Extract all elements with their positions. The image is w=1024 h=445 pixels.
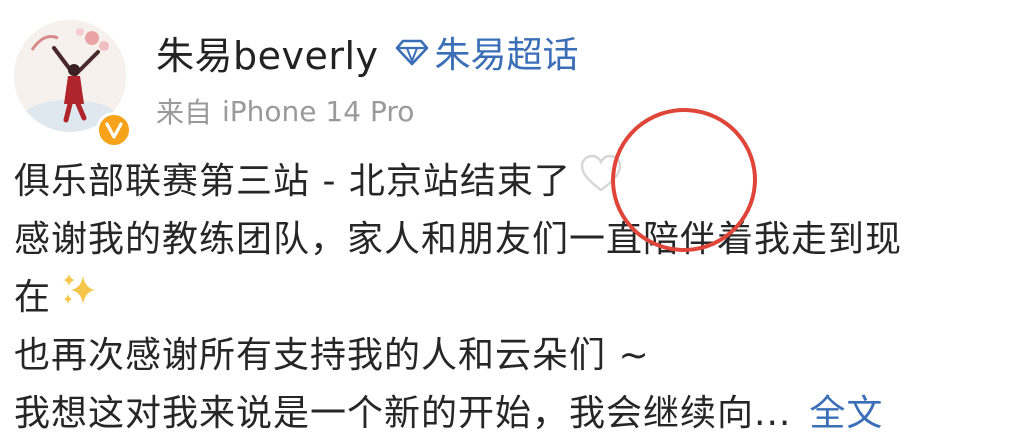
source-row: 来自 iPhone 14 Pro [156,88,414,134]
weibo-post-card: 朱易beverly 朱易超话 来自 iPhone 14 Pro 俱乐部联赛第三站… [0,0,1024,445]
super-topic-link[interactable]: 朱易超话 [435,26,579,78]
device-name: iPhone 14 Pro [222,94,415,128]
avatar-container[interactable] [14,20,132,148]
post-line-5: 我想这对我来说是一个新的开始，我会继续向... 全文 [14,385,1014,443]
post-line-1: 俱乐部联赛第三站 - 北京站结束了 [14,153,1014,211]
post-text-line-5: 我想这对我来说是一个新的开始，我会继续向... [14,393,792,434]
post-content: 俱乐部联赛第三站 - 北京站结束了 感谢我的教练团队，家人和朋友们一直陪伴着我走… [14,153,1014,443]
post-line-2: 感谢我的教练团队，家人和朋友们一直陪伴着我走到现 [14,219,903,260]
post-text-line-1: 俱乐部联赛第三站 - 北京站结束了 [14,161,571,202]
source-prefix: 来自 [156,96,213,129]
sparkles-icon [59,270,101,328]
full-text-link[interactable]: 全文 [809,393,883,434]
name-row: 朱易beverly 朱易超话 [156,25,579,80]
verified-v-icon [96,112,132,148]
post-line-3: 在 [14,269,1014,327]
post-line-4: 也再次感谢所有支持我的人和云朵们 ~ [14,335,650,376]
post-text-line-3: 在 [14,277,52,318]
diamond-icon[interactable] [395,37,429,67]
username-link[interactable]: 朱易beverly [156,25,379,80]
